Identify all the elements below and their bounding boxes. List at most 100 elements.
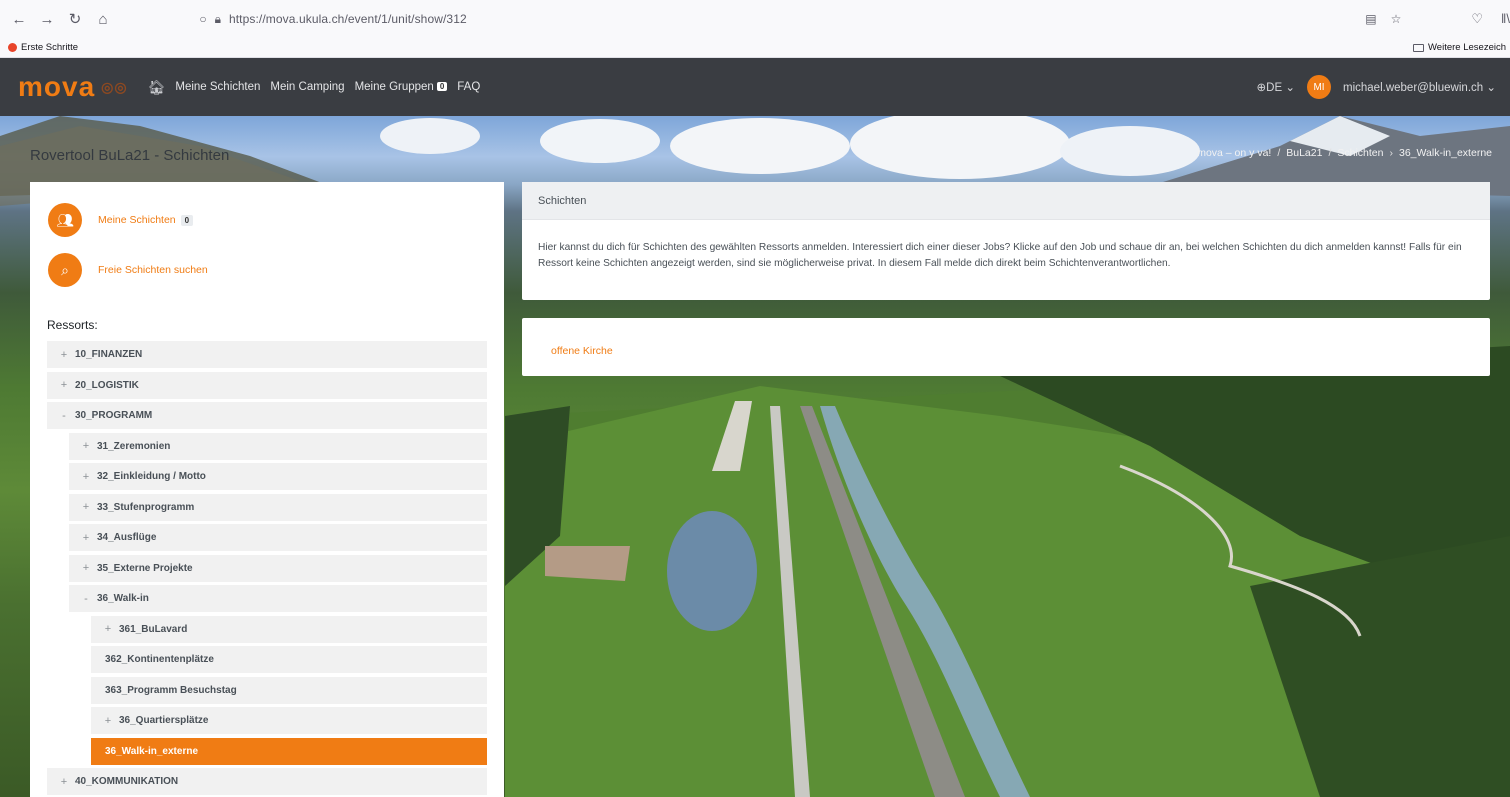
collapse-icon[interactable]: - bbox=[79, 593, 93, 605]
tree-item-label: 40_KOMMUNIKATION bbox=[75, 776, 179, 787]
ressorts-tree: +10_FINANZEN +20_LOGISTIK -30_PROGRAMM +31_… bbox=[47, 341, 487, 797]
app-navbar: mova ◎◎ 🏠︎ Meine Schichten Mein Camping … bbox=[0, 58, 1510, 116]
expand-icon[interactable]: + bbox=[79, 440, 93, 452]
tree-item[interactable]: +32_Einkleidung / Motto bbox=[69, 463, 487, 490]
breadcrumb-separator: › bbox=[1389, 147, 1394, 159]
forward-icon[interactable]: → bbox=[36, 8, 58, 30]
info-card: Schichten Hier kannst du dich für Schich… bbox=[522, 182, 1490, 300]
tree-item[interactable]: +35_Externe Projekte bbox=[69, 554, 487, 582]
breadcrumb: mova – on y va! / BuLa21 / Schichten › 3… bbox=[1197, 147, 1492, 159]
tree-item[interactable]: +36_Quartiersplätze bbox=[91, 707, 487, 734]
tree-item[interactable]: -30_PROGRAMM bbox=[47, 402, 487, 429]
my-shifts-label: Meine Schichten bbox=[98, 214, 176, 226]
shield-icon: ○ bbox=[199, 12, 207, 26]
job-card: offene Kirche bbox=[522, 318, 1490, 376]
tree-item-label: 36_Quartiersplätze bbox=[119, 715, 209, 726]
tree-item[interactable]: +20_LOGISTIK bbox=[47, 371, 487, 399]
breadcrumb-item-current: 36_Walk-in_externe bbox=[1399, 147, 1492, 159]
tree-item[interactable]: +31_Zeremonien bbox=[69, 432, 487, 460]
avatar[interactable]: MI bbox=[1307, 75, 1331, 99]
expand-icon[interactable]: + bbox=[57, 776, 71, 788]
tree-item[interactable]: -36_Walk-in bbox=[69, 585, 487, 612]
tree-item-label: 36_Walk-in_externe bbox=[105, 745, 199, 757]
my-shifts-link[interactable]: 👥︎ Meine Schichten 0 bbox=[48, 203, 194, 237]
tree-item-label: 35_Externe Projekte bbox=[97, 562, 193, 574]
expand-icon[interactable]: + bbox=[79, 471, 93, 483]
nav-meine-gruppen[interactable]: Meine Gruppen 0 bbox=[355, 81, 448, 93]
nav-mein-camping[interactable]: Mein Camping bbox=[270, 81, 344, 93]
mova-logo[interactable]: mova ◎◎ bbox=[18, 71, 128, 103]
home-icon[interactable]: 🏠︎ bbox=[148, 79, 166, 96]
tree-item[interactable]: 362_Kontinentenplätze bbox=[91, 646, 487, 673]
logo-text: mova bbox=[18, 71, 96, 102]
card-header: Schichten bbox=[522, 182, 1490, 220]
expand-icon[interactable]: + bbox=[101, 715, 115, 727]
firefox-icon bbox=[8, 43, 17, 52]
tree-item-label: 33_Stufenprogramm bbox=[97, 501, 195, 513]
tree-item[interactable]: +10_FINANZEN bbox=[47, 341, 487, 368]
language-selector[interactable]: ⊕DE ⌄ bbox=[1257, 80, 1295, 94]
expand-icon[interactable]: + bbox=[101, 623, 115, 635]
my-shifts-count-badge: 0 bbox=[180, 215, 194, 226]
tree-item[interactable]: +33_Stufenprogramm bbox=[69, 493, 487, 521]
tree-item[interactable]: +40_KOMMUNIKATION bbox=[47, 768, 487, 795]
back-icon[interactable]: ← bbox=[8, 8, 30, 30]
bookmark-star-icon[interactable]: ☆ bbox=[1391, 12, 1402, 26]
tree-item-label: 30_PROGRAMM bbox=[75, 410, 153, 421]
expand-icon[interactable]: + bbox=[57, 379, 71, 391]
ressorts-heading: Ressorts: bbox=[47, 318, 98, 332]
pocket-icon[interactable]: ♡ bbox=[1471, 11, 1483, 27]
sidebar: 👥︎ Meine Schichten 0 ⌕ Freie Schichten su… bbox=[30, 182, 504, 797]
tree-item-label: 36_Walk-in bbox=[97, 593, 149, 604]
reload-icon[interactable]: ↻ bbox=[64, 8, 86, 30]
nav-faq[interactable]: FAQ bbox=[457, 81, 480, 93]
tree-item-label: 32_Einkleidung / Motto bbox=[97, 471, 206, 482]
reader-view-icon[interactable]: ▤ bbox=[1365, 12, 1376, 26]
tree-item-label: 31_Zeremonien bbox=[97, 440, 171, 452]
tree-item-label: 34_Ausflüge bbox=[97, 532, 157, 543]
breadcrumb-item-schichten[interactable]: Schichten bbox=[1337, 147, 1383, 159]
free-shifts-label: Freie Schichten suchen bbox=[98, 264, 208, 276]
free-shifts-link[interactable]: ⌕ Freie Schichten suchen bbox=[48, 253, 208, 287]
tree-item-label: 363_Programm Besuchstag bbox=[105, 684, 237, 696]
breadcrumb-separator: / bbox=[1277, 147, 1281, 159]
tree-item-label: 362_Kontinentenplätze bbox=[105, 654, 214, 665]
lock-icon: 🔒︎ bbox=[214, 11, 221, 26]
collapse-icon[interactable]: - bbox=[57, 410, 71, 422]
bookmark-more-label: Weitere Lesezeich bbox=[1428, 42, 1506, 53]
bookmark-erste-schritte[interactable]: Erste Schritte bbox=[8, 42, 78, 53]
page-title: Rovertool BuLa21 - Schichten bbox=[30, 147, 230, 164]
tree-item[interactable]: 363_Programm Besuchstag bbox=[91, 676, 487, 704]
language-label: DE bbox=[1266, 82, 1283, 94]
tree-item[interactable]: +361_BuLavard bbox=[91, 615, 487, 643]
address-bar[interactable]: ○ 🔒︎ https://mova.ukula.ch/event/1/unit/… bbox=[199, 5, 1411, 33]
tree-item[interactable]: +34_Ausflüge bbox=[69, 524, 487, 551]
expand-icon[interactable]: + bbox=[57, 349, 71, 361]
expand-icon[interactable]: + bbox=[79, 532, 93, 544]
url-text[interactable]: https://mova.ukula.ch/event/1/unit/show/… bbox=[229, 12, 467, 26]
user-menu[interactable]: michael.weber@bluewin.ch ⌄ bbox=[1343, 80, 1496, 94]
search-icon: ⌕ bbox=[48, 253, 82, 287]
breadcrumb-separator: / bbox=[1328, 147, 1332, 159]
bookmarks-bar: Erste Schritte Weitere Lesezeich bbox=[0, 38, 1510, 58]
browser-toolbar: ← → ↻ ⌂ ○ 🔒︎ https://mova.ukula.ch/event… bbox=[0, 0, 1510, 38]
home-icon[interactable]: ⌂ bbox=[92, 8, 114, 30]
expand-icon[interactable]: + bbox=[79, 501, 93, 513]
globe-icon: ⊕ bbox=[1256, 82, 1267, 94]
tree-item[interactable]: 36_Walk-in_externe bbox=[91, 737, 487, 765]
breadcrumb-item-home[interactable]: mova – on y va! bbox=[1197, 147, 1271, 159]
library-icon[interactable]: ‖\ bbox=[1501, 11, 1510, 27]
nav-meine-schichten[interactable]: Meine Schichten bbox=[175, 81, 260, 93]
bookmark-more[interactable]: Weitere Lesezeich bbox=[1413, 42, 1506, 53]
expand-icon[interactable]: + bbox=[79, 562, 93, 574]
rings-icon: ◎◎ bbox=[101, 78, 128, 95]
info-text: Hier kannst du dich für Schichten des ge… bbox=[538, 242, 1462, 269]
breadcrumb-item-event[interactable]: BuLa21 bbox=[1286, 147, 1322, 159]
tree-item-label: 20_LOGISTIK bbox=[75, 379, 139, 391]
groups-count-badge: 0 bbox=[436, 82, 448, 91]
user-email: michael.weber@bluewin.ch bbox=[1343, 82, 1484, 94]
tree-item-label: 361_BuLavard bbox=[119, 623, 188, 635]
job-link-offene-kirche[interactable]: offene Kirche bbox=[551, 345, 613, 357]
folder-icon bbox=[1413, 43, 1425, 52]
bookmark-label: Erste Schritte bbox=[21, 42, 79, 53]
